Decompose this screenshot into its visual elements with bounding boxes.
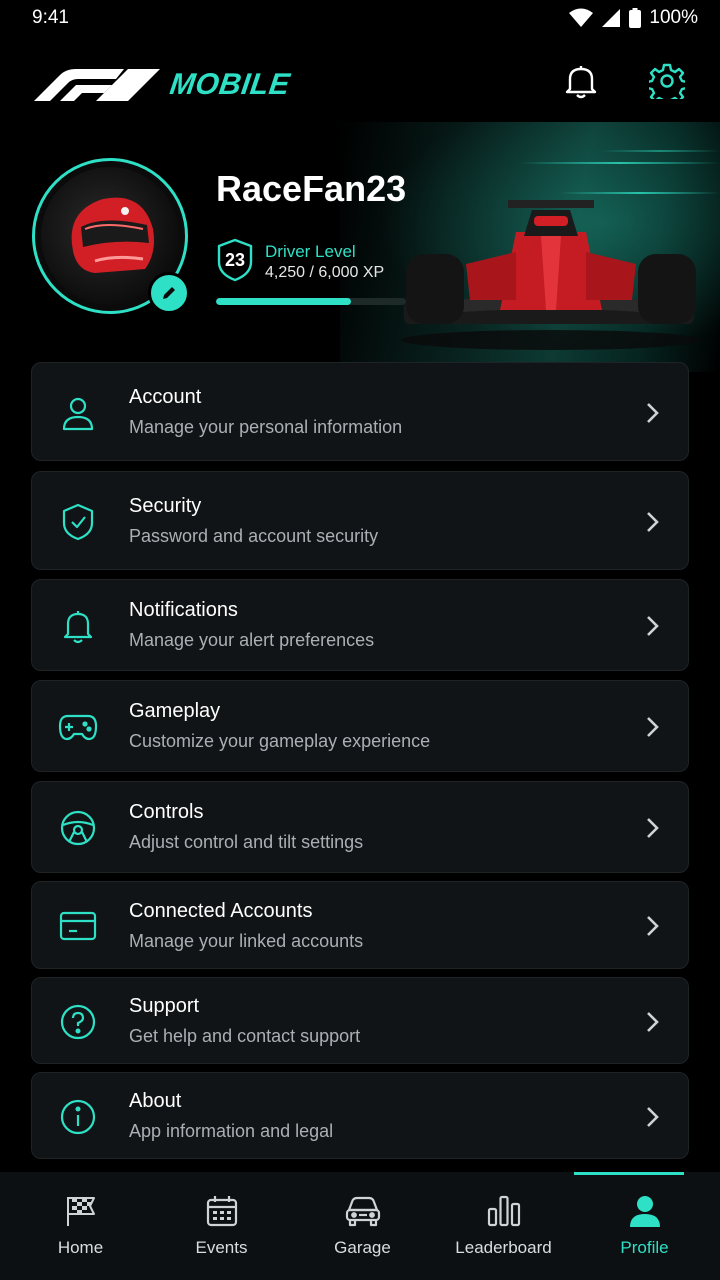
menu-title: Notifications <box>129 599 238 621</box>
nav-home[interactable]: Home <box>10 1172 151 1280</box>
user-icon <box>58 393 98 433</box>
menu-item-gameplay[interactable]: Gameplay Customize your gameplay experie… <box>31 680 689 772</box>
info-icon <box>58 1097 98 1137</box>
status-time: 9:41 <box>32 7 69 28</box>
battery-percent: 100% <box>649 7 698 28</box>
menu-item-connected-accounts[interactable]: Connected Accounts Manage your linked ac… <box>31 881 689 969</box>
menu-subtitle: Adjust control and tilt settings <box>129 832 364 852</box>
chevron-right-icon <box>647 512 659 532</box>
menu-subtitle: Manage your linked accounts <box>129 931 364 951</box>
race-car-image <box>401 200 701 350</box>
menu-item-notifications[interactable]: Notifications Manage your alert preferen… <box>31 579 689 671</box>
checkered-flag-icon <box>66 1197 95 1226</box>
menu-item-support[interactable]: Support Get help and contact support <box>31 977 689 1064</box>
xp-progress-fill <box>216 298 351 305</box>
chevron-right-icon <box>647 818 659 838</box>
status-icons: 100% <box>569 7 698 29</box>
pencil-icon <box>163 287 175 299</box>
menu-subtitle: Password and account security <box>129 526 379 546</box>
chevron-right-icon <box>647 1012 659 1032</box>
notifications-button[interactable] <box>562 62 600 100</box>
menu-subtitle: Manage your personal information <box>129 417 403 437</box>
f1-logo-icon <box>34 69 160 101</box>
person-icon <box>629 1196 660 1227</box>
helmet-icon <box>71 197 154 273</box>
nav-label: Profile <box>620 1238 669 1257</box>
nav-profile[interactable]: Profile <box>574 1172 715 1280</box>
bell-icon <box>58 606 98 646</box>
car-icon <box>345 1196 380 1227</box>
menu-subtitle: Manage your alert preferences <box>129 630 375 650</box>
nav-label: Home <box>57 1238 104 1257</box>
chevron-right-icon <box>647 717 659 737</box>
brand-logo: MOBILE <box>32 67 293 103</box>
chevron-right-icon <box>647 616 659 636</box>
wifi-icon <box>569 8 594 27</box>
settings-button[interactable] <box>648 62 686 100</box>
menu-subtitle: App information and legal <box>129 1121 334 1141</box>
xp-text: 4,250 / 6,000 XP <box>265 264 385 281</box>
chevron-right-icon <box>647 1107 659 1127</box>
chevron-right-icon <box>647 916 659 936</box>
username: RaceFan23 <box>216 168 407 209</box>
menu-title: Gameplay <box>129 700 221 722</box>
bottom-navigation: Home Events Garage Leaderboard Profile <box>0 1172 720 1280</box>
level-label: Driver Level <box>265 242 356 261</box>
chevron-right-icon <box>647 403 659 423</box>
gamepad-icon <box>58 707 98 747</box>
signal-icon <box>602 9 621 27</box>
shield-icon <box>58 502 98 542</box>
menu-subtitle: Get help and contact support <box>129 1026 361 1046</box>
status-bar: 9:41 100% <box>0 0 720 36</box>
nav-label: Garage <box>334 1238 391 1257</box>
app-header: MOBILE <box>0 50 720 120</box>
wallet-icon <box>58 906 98 946</box>
nav-label: Events <box>195 1238 248 1257</box>
menu-item-account[interactable]: Account Manage your personal information <box>31 362 689 461</box>
nav-garage[interactable]: Garage <box>292 1172 433 1280</box>
calendar-icon <box>206 1196 237 1227</box>
nav-label: Leaderboard <box>455 1238 552 1257</box>
active-tab-indicator <box>574 1172 684 1175</box>
menu-title: Support <box>129 995 200 1017</box>
menu-title: Connected Accounts <box>129 900 313 922</box>
menu-title: Controls <box>129 801 204 823</box>
nav-leaderboard[interactable]: Leaderboard <box>433 1172 574 1280</box>
brand-mobile-text: MOBILE <box>167 68 293 101</box>
menu-item-controls[interactable]: Controls Adjust control and tilt setting… <box>31 781 689 873</box>
xp-progress-bar <box>216 298 406 305</box>
menu-title: About <box>129 1090 182 1112</box>
level-number: 23 <box>224 250 246 270</box>
bell-icon <box>565 66 597 99</box>
battery-icon <box>629 8 642 28</box>
help-icon <box>58 1002 98 1042</box>
edit-avatar-button[interactable] <box>148 272 190 314</box>
menu-item-security[interactable]: Security Password and account security <box>31 471 689 570</box>
nav-events[interactable]: Events <box>151 1172 292 1280</box>
gear-icon <box>649 63 685 99</box>
menu-title: Security <box>129 495 202 517</box>
bar-chart-icon <box>487 1195 520 1227</box>
menu-subtitle: Customize your gameplay experience <box>129 731 431 751</box>
menu-item-about[interactable]: About App information and legal <box>31 1072 689 1159</box>
steering-wheel-icon <box>58 808 98 848</box>
profile-hero: RaceFan23 23 Driver Level 4,250 / 6,000 … <box>0 122 720 372</box>
menu-title: Account <box>129 386 202 408</box>
